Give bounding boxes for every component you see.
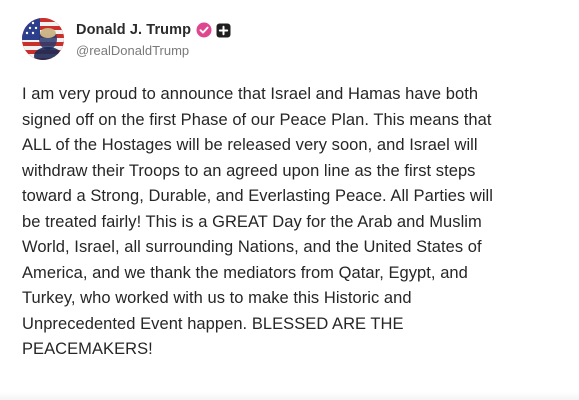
post-text-line: withdraw their Troops to an agreed upon … bbox=[22, 161, 476, 180]
post-text-line: signed off on the first Phase of our Pea… bbox=[22, 110, 492, 129]
post-text-line: Unprecedented Event happen. BLESSED ARE … bbox=[22, 314, 404, 333]
author-name-row: Donald J. Trump bbox=[76, 20, 231, 40]
post-text-line: Turkey, who worked with us to make this … bbox=[22, 289, 412, 307]
post-text-line: ALL of the Hostages will be released ver… bbox=[22, 136, 478, 154]
post-card: Donald J. Trump @realDonaldTrump I am ve… bbox=[0, 0, 579, 400]
post-bottom-edge bbox=[0, 392, 579, 400]
author-display-name[interactable]: Donald J. Trump bbox=[76, 22, 191, 38]
author-handle[interactable]: @realDonaldTrump bbox=[76, 43, 231, 58]
avatar[interactable] bbox=[22, 18, 64, 60]
plus-square-icon[interactable] bbox=[216, 23, 231, 38]
post-text-line: PEACEMAKERS! bbox=[22, 340, 153, 358]
post-body: I am very proud to announce that Israel … bbox=[22, 82, 567, 363]
author-info: Donald J. Trump @realDonaldTrump bbox=[76, 20, 231, 58]
post-text-line: I am very proud to announce that Israel … bbox=[22, 85, 479, 103]
post-text-line: be treated fairly! This is a GREAT Day f… bbox=[22, 212, 482, 231]
flag-portrait-avatar-icon bbox=[22, 18, 64, 60]
post-text-line: World, Israel, all surrounding Nations, … bbox=[22, 238, 482, 256]
post-text-line: toward a Strong, Durable, and Everlastin… bbox=[22, 187, 493, 205]
verified-badge-icon bbox=[196, 22, 212, 38]
post-header: Donald J. Trump @realDonaldTrump bbox=[22, 16, 231, 62]
post-text-line: America, and we thank the mediators from… bbox=[22, 263, 468, 282]
